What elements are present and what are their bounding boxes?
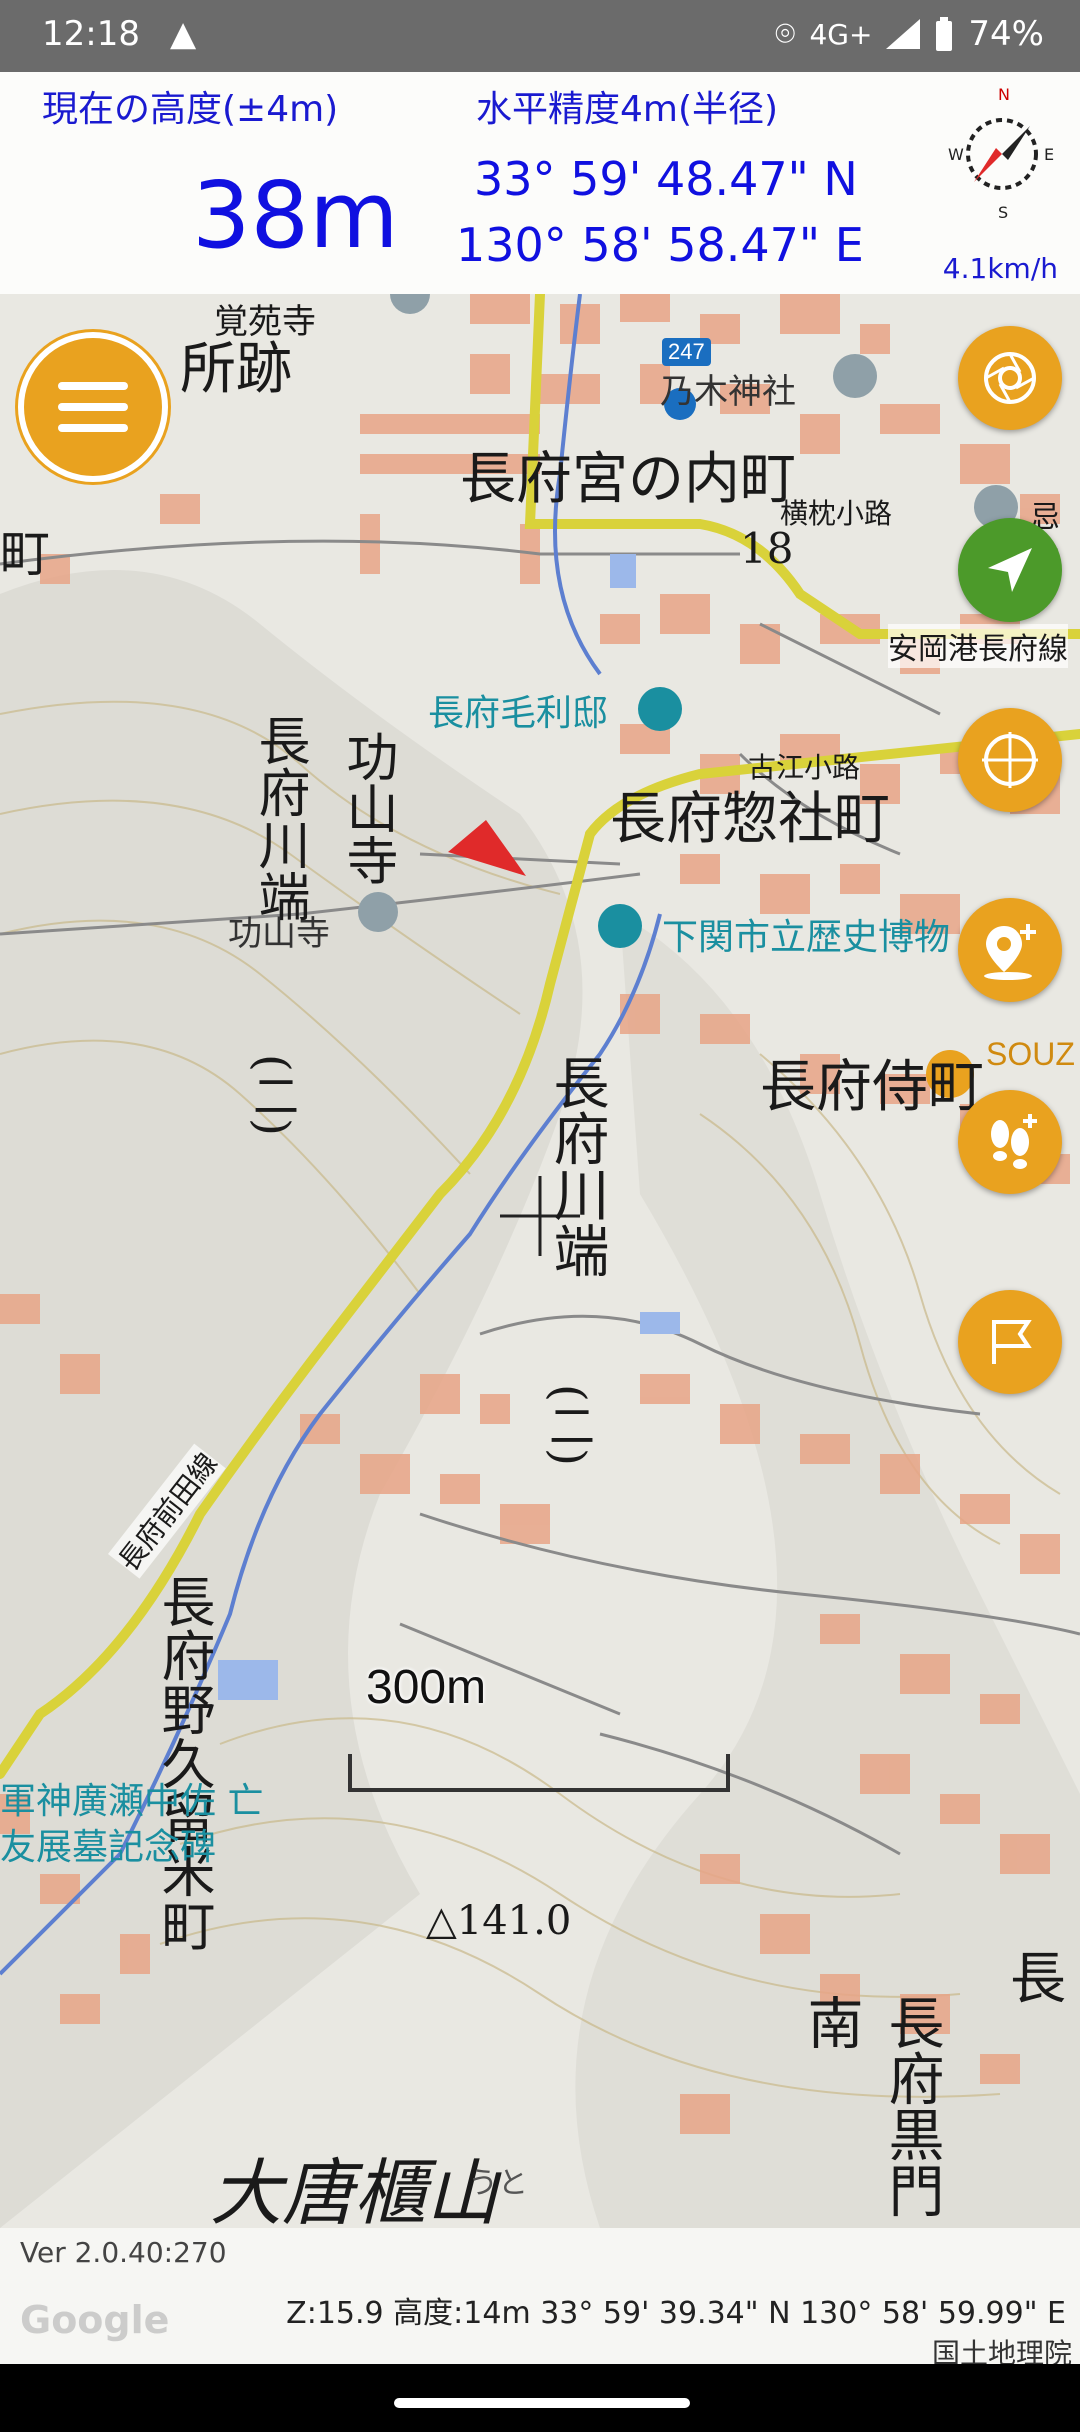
accuracy-label: 水平精度4m(半径) bbox=[476, 89, 779, 130]
longitude-value: 130° 58' 58.47" E bbox=[456, 218, 864, 272]
map-view[interactable]: 覚苑寺 所跡 乃木神社 長府宮の内町 横枕小路 18 安岡港長府線 長府毛利邸 … bbox=[0, 294, 1080, 2228]
label-kuromon: 長府黒門南 bbox=[798, 1994, 944, 2218]
label-ni-center: (二) bbox=[542, 1384, 596, 1466]
label-hirose-1: 軍神廣瀬中佐 亡 bbox=[0, 1781, 264, 1822]
flag-button[interactable] bbox=[958, 1290, 1062, 1394]
label-ni-left: (二) bbox=[246, 1054, 300, 1136]
label-shoseki: 所跡 bbox=[180, 337, 292, 402]
label-route-247: 247 bbox=[662, 338, 711, 366]
navigation-arrow-icon bbox=[988, 548, 1032, 592]
scale-label: 300m bbox=[366, 1661, 487, 1714]
label-kurume: 長府野久留米町 bbox=[152, 1574, 215, 1952]
label-mouri-tei: 長府毛利邸 bbox=[428, 693, 609, 734]
label-samurai: 長府侍町 bbox=[760, 1055, 984, 1120]
status-bar: 12:18 ▲ ⌾ 4G+ 74% bbox=[0, 0, 1080, 72]
network-label: 4G+ bbox=[809, 17, 873, 51]
label-nogi-shrine: 乃木神社 bbox=[660, 372, 796, 412]
info-panel: 現在の高度(±4m) 38m 水平精度4m(半径) 33° 59' 48.47"… bbox=[0, 72, 1080, 294]
svg-text:E: E bbox=[1044, 145, 1054, 164]
altitude-label: 現在の高度(±4m) bbox=[42, 89, 339, 130]
label-karatobi: 大唐櫃山 bbox=[210, 2151, 499, 2228]
svg-text:S: S bbox=[998, 203, 1008, 222]
label-naga-right: 長 bbox=[1010, 1947, 1066, 2012]
compass-icon: N S E W bbox=[948, 85, 1054, 222]
menu-button[interactable] bbox=[18, 332, 168, 482]
version-label: Ver 2.0.40:270 bbox=[20, 2236, 227, 2269]
battery-percent: 74% bbox=[968, 14, 1044, 54]
label-kozanji-poi: 功山寺 bbox=[228, 914, 330, 954]
my-location-button[interactable] bbox=[958, 518, 1062, 622]
label-hirose-2: 友展墓記念碑 bbox=[0, 1827, 217, 1868]
svg-text:W: W bbox=[948, 145, 964, 164]
label-uto: うと bbox=[468, 2166, 528, 2201]
svg-text:N: N bbox=[998, 85, 1010, 104]
google-logo: Google bbox=[20, 2298, 170, 2342]
menu-icon bbox=[58, 382, 128, 432]
label-kozanji-map: 功山寺 bbox=[337, 730, 397, 886]
signal-icon bbox=[886, 19, 921, 49]
label-elevation: △141.0 bbox=[426, 1898, 572, 1944]
label-route-yasuoka: 安岡港長府線 bbox=[888, 624, 1068, 668]
status-time: 12:18 bbox=[42, 14, 140, 54]
label-chofu-miyanouchi: 長府宮の内町 bbox=[460, 447, 796, 512]
status-right: ⌾ 4G+ 74% bbox=[775, 14, 1044, 54]
latitude-value: 33° 59' 48.47" N bbox=[474, 152, 858, 206]
label-yokomakura: 横枕小路 bbox=[780, 497, 893, 530]
layers-button[interactable] bbox=[958, 326, 1062, 430]
label-18: 18 bbox=[740, 524, 794, 573]
label-kawabata-center: 長府川端 bbox=[544, 1054, 609, 1278]
compass[interactable]: N S E W bbox=[948, 84, 1056, 224]
battery-icon bbox=[936, 17, 953, 51]
home-gesture-handle[interactable] bbox=[394, 2398, 690, 2408]
label-kawabata-left: 長府川端 bbox=[249, 714, 309, 922]
flag-icon bbox=[992, 1320, 1032, 1364]
location-icon: ⌾ bbox=[775, 14, 796, 54]
warning-icon: ▲ bbox=[170, 14, 197, 54]
crosshair-target-icon bbox=[982, 732, 1038, 788]
label-machi-left: 町 bbox=[0, 525, 50, 583]
label-souz: SOUZ bbox=[986, 1036, 1075, 1072]
footprints-icon bbox=[991, 1114, 1037, 1169]
aperture-icon bbox=[984, 352, 1036, 404]
zoom-info: Z:15.9 高度:14m 33° 59' 39.34" N 130° 58' … bbox=[286, 2296, 1066, 2331]
label-museum: 下関市立歴史博物 bbox=[662, 917, 951, 958]
footprints-button[interactable] bbox=[958, 1090, 1062, 1194]
add-location-pin-icon bbox=[984, 924, 1036, 980]
altitude-value: 38m bbox=[192, 162, 399, 269]
label-sosha: 長府惣社町 bbox=[610, 787, 890, 852]
add-poi-button[interactable] bbox=[958, 898, 1062, 1002]
target-button[interactable] bbox=[958, 708, 1062, 812]
speed-value: 4.1km/h bbox=[942, 252, 1058, 285]
